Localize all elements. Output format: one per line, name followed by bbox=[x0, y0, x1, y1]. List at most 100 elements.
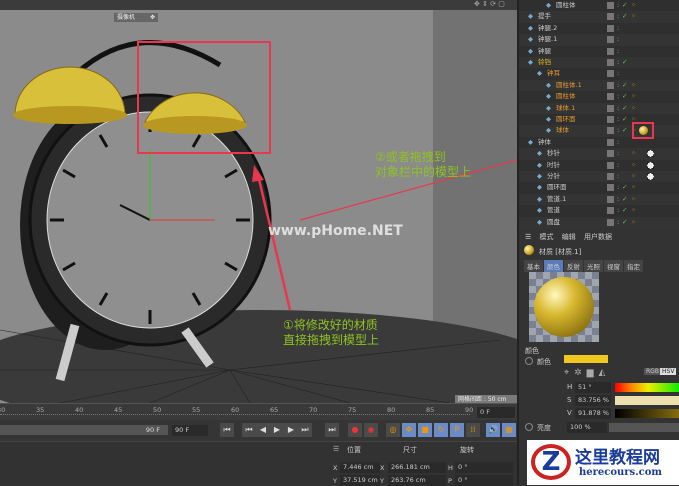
phong-tag-icon[interactable]: ⁘ bbox=[631, 148, 636, 159]
visibility-dots[interactable]: : bbox=[617, 103, 619, 114]
tab-3[interactable]: 光照 bbox=[584, 260, 603, 272]
object-row[interactable]: ◆ 钟腿.2: bbox=[519, 23, 679, 34]
h-field[interactable]: 51 ° bbox=[575, 382, 611, 393]
h-slider[interactable] bbox=[615, 383, 679, 392]
enabled-check-icon[interactable]: ✓ bbox=[622, 103, 627, 114]
autokey-icon[interactable]: ◉ bbox=[364, 423, 378, 437]
viewport-nav-icons[interactable]: ✥ ⇕ ⟳ ▢ bbox=[474, 0, 505, 8]
coord-rotation-field[interactable]: 0 ° bbox=[455, 462, 513, 473]
film-icon[interactable]: ▦ bbox=[502, 423, 516, 437]
layer-checkbox[interactable] bbox=[607, 59, 614, 66]
object-row[interactable]: ◆ 管道.1: ✓ ⁘ bbox=[519, 193, 679, 206]
layer-checkbox[interactable] bbox=[607, 138, 614, 146]
next-key-icon[interactable]: ⏭ bbox=[298, 423, 312, 437]
enabled-check-icon[interactable]: ✓ bbox=[622, 194, 627, 205]
anim-dot-icon[interactable] bbox=[525, 357, 533, 365]
enabled-check-icon[interactable]: ✓ bbox=[622, 57, 627, 68]
enabled-check-icon[interactable]: ✓ bbox=[622, 91, 627, 102]
enabled-check-icon[interactable]: ✓ bbox=[622, 205, 627, 216]
phong-tag-icon[interactable]: ⁘ bbox=[631, 182, 636, 193]
visibility-dots[interactable]: : bbox=[617, 68, 619, 79]
visibility-dots[interactable]: : bbox=[617, 34, 619, 45]
brightness-slider[interactable] bbox=[609, 423, 679, 432]
layer-checkbox[interactable] bbox=[607, 116, 614, 123]
visibility-dots[interactable]: : bbox=[617, 137, 619, 148]
layer-checkbox[interactable] bbox=[607, 173, 614, 180]
visibility-dots[interactable]: : bbox=[617, 114, 619, 125]
layer-checkbox[interactable] bbox=[607, 24, 614, 32]
goto-start-icon[interactable]: ⏮ bbox=[220, 423, 234, 437]
visibility-dots[interactable]: : bbox=[617, 148, 619, 159]
layer-checkbox[interactable] bbox=[607, 184, 614, 192]
enabled-check-icon[interactable]: ✓ bbox=[622, 182, 627, 193]
visibility-dots[interactable]: : bbox=[617, 125, 619, 136]
param-key-icon[interactable]: P bbox=[450, 423, 464, 437]
phong-tag-icon[interactable]: ⁘ bbox=[631, 205, 636, 216]
layer-checkbox[interactable] bbox=[607, 218, 614, 226]
phong-tag-icon[interactable]: ⁘ bbox=[631, 11, 636, 22]
layer-checkbox[interactable] bbox=[607, 81, 614, 89]
layer-checkbox[interactable] bbox=[607, 13, 614, 21]
object-row[interactable]: ◆ 秒针: ⁘ bbox=[519, 148, 679, 160]
checker-material-tag[interactable] bbox=[647, 161, 654, 169]
anim-dot-icon[interactable] bbox=[525, 423, 533, 431]
coord-size-field[interactable]: 263.76 cm bbox=[388, 475, 446, 486]
object-row[interactable]: ◆ 球体.1: ✓ ⁘ bbox=[519, 102, 679, 114]
layer-checkbox[interactable] bbox=[607, 93, 614, 101]
layer-checkbox[interactable] bbox=[607, 207, 614, 215]
enabled-check-icon[interactable]: ✓ bbox=[622, 0, 627, 11]
color-picker-icons[interactable]: ⌖✲▆◭ bbox=[564, 368, 610, 378]
s-slider[interactable] bbox=[615, 396, 679, 405]
object-row[interactable]: ◆ 球体: ✓ ⁘ bbox=[519, 122, 679, 140]
layer-checkbox[interactable] bbox=[607, 36, 614, 44]
visibility-dots[interactable]: : bbox=[617, 46, 619, 57]
layer-checkbox[interactable] bbox=[607, 47, 614, 55]
object-row[interactable]: ◆ 提手: ✓ ⁘ bbox=[519, 11, 679, 23]
timeline-ruler[interactable]: 30 35 40 45 50 55 60 65 70 75 80 85 90 0 F bbox=[0, 403, 517, 420]
enabled-check-icon[interactable]: ✓ bbox=[622, 80, 627, 91]
coord-size-field[interactable]: 266.181 cm bbox=[388, 462, 446, 473]
next-frame-icon[interactable]: ▶ bbox=[284, 423, 298, 437]
checker-material-tag[interactable] bbox=[647, 150, 654, 158]
play-icon[interactable]: ▶ bbox=[270, 423, 284, 437]
tab-4[interactable]: 视窗 bbox=[604, 260, 623, 272]
phong-tag-icon[interactable]: ⁘ bbox=[631, 171, 636, 182]
rotation-key-icon[interactable]: ↻ bbox=[434, 423, 448, 437]
hsv-button[interactable]: HSV bbox=[660, 368, 677, 375]
visibility-dots[interactable]: : bbox=[617, 91, 619, 102]
coord-rotation-field[interactable]: 0 ° bbox=[455, 475, 513, 486]
position-key-icon[interactable]: ✥ bbox=[402, 423, 416, 437]
layer-checkbox[interactable] bbox=[607, 195, 614, 203]
sound-icon[interactable]: 🔊 bbox=[486, 423, 500, 437]
scale-key-icon[interactable]: ■ bbox=[418, 423, 432, 437]
record-icon[interactable]: ● bbox=[348, 423, 362, 437]
goto-end-icon[interactable]: ⏭ bbox=[325, 423, 339, 437]
object-row[interactable]: ◆ 管道: ✓ ⁘ bbox=[519, 205, 679, 216]
coord-position-field[interactable]: 7.446 cm bbox=[340, 462, 380, 473]
v-field[interactable]: 91.878 % bbox=[575, 408, 611, 419]
object-row[interactable]: ◆ 分针: ⁘ bbox=[519, 171, 679, 183]
menu-edit[interactable]: 编辑 bbox=[562, 233, 576, 241]
camera-menu[interactable]: 摄像机 ✥ bbox=[114, 13, 158, 22]
phong-tag-icon[interactable]: ⁘ bbox=[631, 103, 636, 114]
visibility-dots[interactable]: : bbox=[617, 194, 619, 205]
phong-tag-icon[interactable]: ⁘ bbox=[631, 91, 636, 102]
v-slider[interactable] bbox=[615, 409, 679, 418]
layer-checkbox[interactable] bbox=[607, 2, 614, 9]
visibility-dots[interactable]: : bbox=[617, 171, 619, 182]
color-swatch[interactable] bbox=[564, 355, 608, 363]
frame-range-slider[interactable]: 90 F bbox=[0, 425, 168, 435]
visibility-dots[interactable]: : bbox=[617, 217, 619, 228]
layer-checkbox[interactable] bbox=[607, 104, 614, 112]
visibility-dots[interactable]: : bbox=[617, 182, 619, 193]
viewport[interactable]: 摄像机 ✥ www.pHome.NET ②或者拖拽到 对象栏中的模型上 ①将修改好… bbox=[0, 10, 517, 403]
phong-tag-icon[interactable]: ⁘ bbox=[631, 194, 636, 205]
enabled-check-icon[interactable]: ✓ bbox=[622, 114, 627, 125]
layer-checkbox[interactable] bbox=[607, 127, 614, 135]
object-row[interactable]: ◆ 圆环面: ✓ ⁘ bbox=[519, 114, 679, 125]
object-row[interactable]: ◆ 铃铛: ✓ bbox=[519, 57, 679, 69]
pla-key-icon[interactable]: ⁞⁞ bbox=[466, 423, 480, 437]
checker-material-tag[interactable] bbox=[647, 173, 654, 180]
object-row[interactable]: ◆ 圆柱体: ✓ ⁘ bbox=[519, 91, 679, 102]
object-row[interactable]: ◆ 圆盘: ✓ ⁘ bbox=[519, 216, 679, 228]
